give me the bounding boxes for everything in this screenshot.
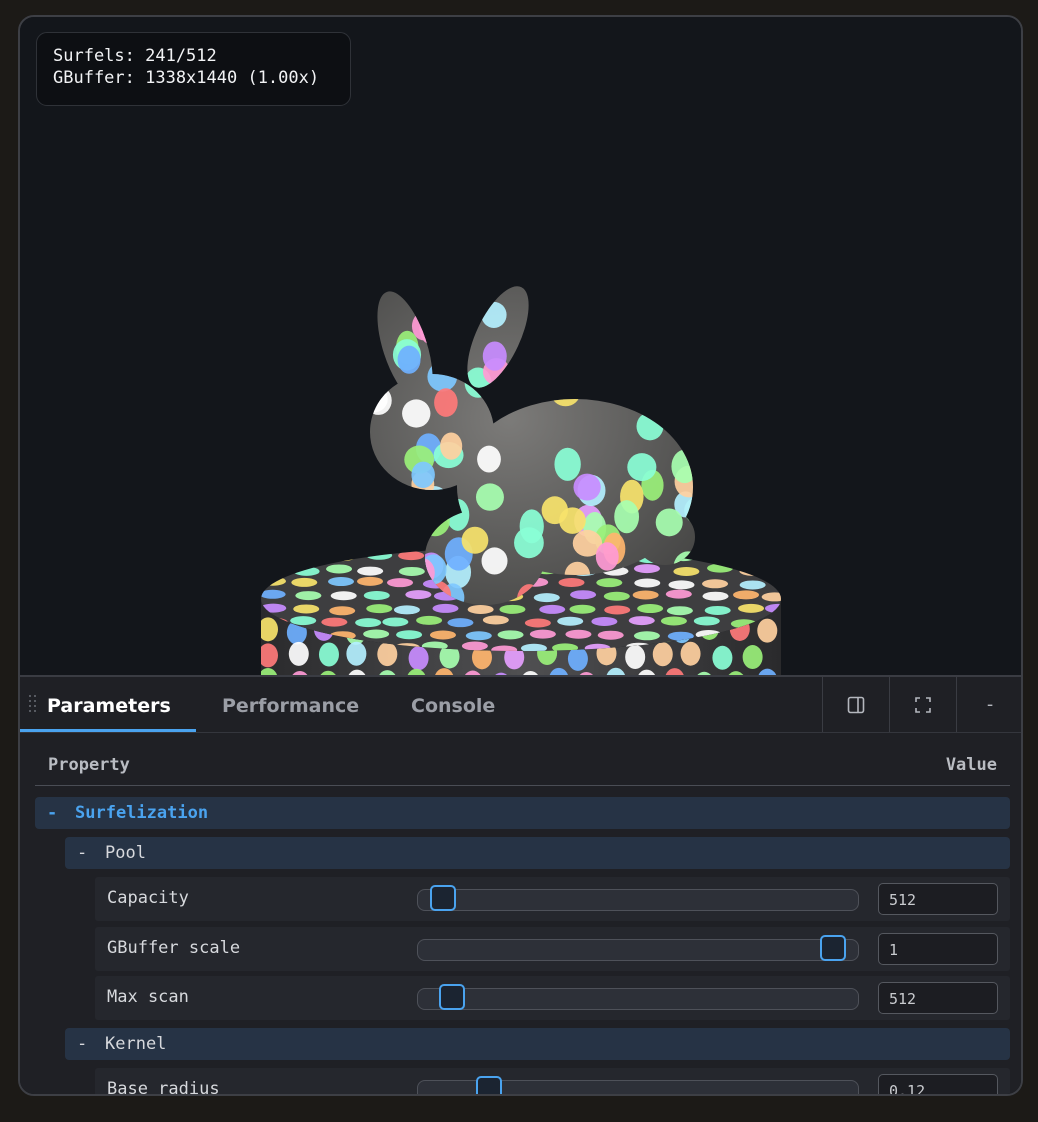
inspector-panel: Parameters Performance Console - Propert… [20,675,1021,1094]
section-toggle[interactable]: - [77,843,87,863]
gbuffer-scale-slider[interactable] [417,935,859,961]
table-header: Property Value [35,733,1010,786]
param-row-gbuffer-scale: GBuffer scale 1 [95,927,1010,971]
section-label: Pool [105,843,146,863]
section-label: Surfelization [75,803,209,823]
surfel-count-text: Surfels: 241/512 [53,46,217,66]
stats-overlay: Surfels: 241/512 GBuffer: 1338x1440 (1.0… [36,32,351,106]
bunny-render [261,277,781,675]
section-surfelization[interactable]: - Surfelization [35,797,1010,829]
param-label: GBuffer scale [107,938,241,958]
dock-panel-button[interactable] [822,677,889,732]
section-kernel[interactable]: - Kernel [65,1028,1010,1060]
render-viewport[interactable]: Surfels: 241/512 GBuffer: 1338x1440 (1.0… [20,17,1021,675]
slider-handle[interactable] [439,984,465,1010]
capacity-input[interactable]: 512 [878,883,998,915]
param-row-base-radius: Base radius 0.12 [95,1068,1010,1096]
section-label: Kernel [105,1034,167,1054]
fullscreen-button[interactable] [889,677,956,732]
param-row-max-scan: Max scan 512 [95,976,1010,1020]
param-row-capacity: Capacity 512 [95,877,1010,921]
tab-performance[interactable]: Performance [222,677,359,732]
minimize-button[interactable]: - [956,677,1021,732]
drag-handle-icon[interactable] [29,695,39,713]
minimize-label: - [984,694,996,715]
tab-bar: Parameters Performance Console - [20,677,1021,733]
slider-handle[interactable] [820,935,846,961]
tab-console[interactable]: Console [411,677,495,732]
tab-parameters[interactable]: Parameters [47,677,171,732]
gbuffer-scale-input[interactable]: 1 [878,933,998,965]
gbuffer-size-text: GBuffer: 1338x1440 (1.00x) [53,68,320,88]
max-scan-input[interactable]: 512 [878,982,998,1014]
section-toggle[interactable]: - [47,803,57,823]
base-radius-slider[interactable] [417,1076,859,1094]
param-label: Max scan [107,987,189,1007]
header-value: Value [945,755,997,775]
active-tab-indicator [20,729,196,732]
dock-panel-icon [847,696,865,713]
param-label: Capacity [107,888,189,908]
property-table: Property Value - Surfelization - Pool Ca… [35,733,1010,1094]
header-property: Property [48,755,130,775]
slider-handle[interactable] [476,1076,502,1094]
section-toggle[interactable]: - [77,1034,87,1054]
capacity-slider[interactable] [417,885,859,911]
section-pool[interactable]: - Pool [65,837,1010,869]
fullscreen-icon [915,696,931,713]
base-radius-input[interactable]: 0.12 [878,1074,998,1094]
slider-handle[interactable] [430,885,456,911]
param-label: Base radius [107,1079,220,1096]
max-scan-slider[interactable] [417,984,859,1010]
app-window: Surfels: 241/512 GBuffer: 1338x1440 (1.0… [18,15,1023,1096]
